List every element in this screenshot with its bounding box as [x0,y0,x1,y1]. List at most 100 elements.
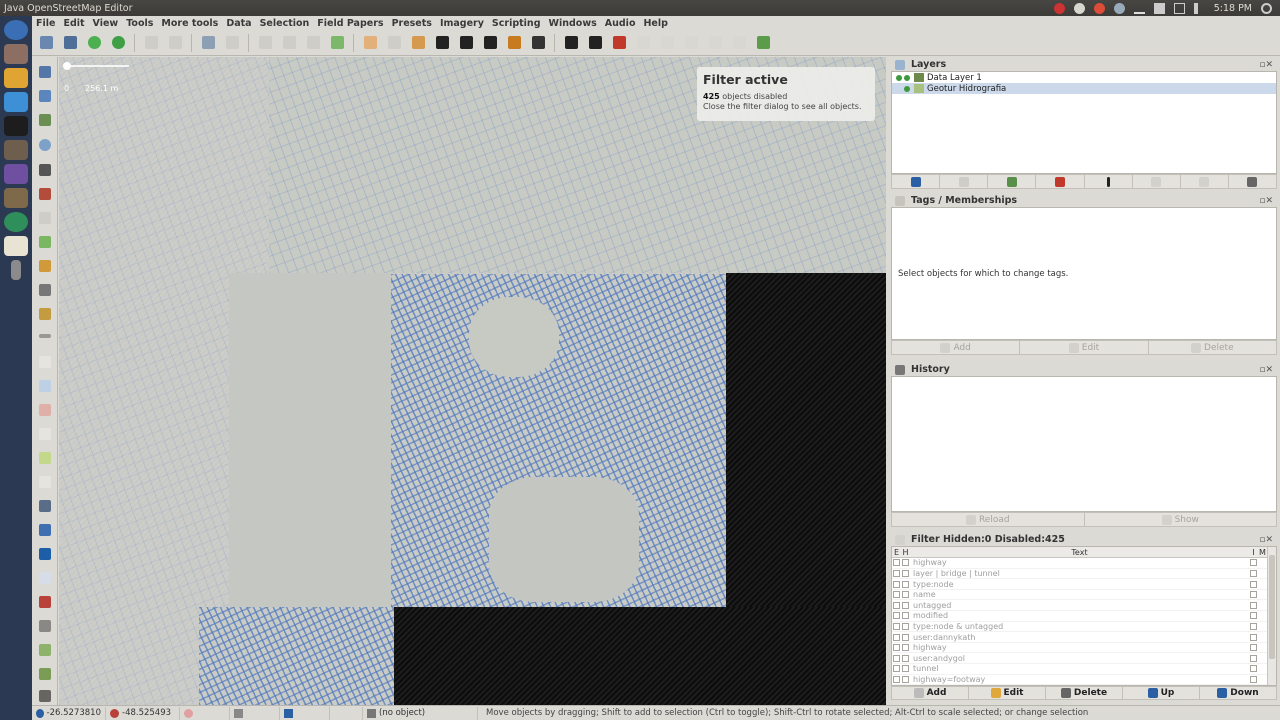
filter-hide-checkbox[interactable] [901,621,910,633]
clock[interactable]: 5:18 PM [1214,3,1252,14]
filter-row[interactable]: user:dannykath [892,631,1267,643]
filter-hide-checkbox[interactable] [901,568,910,580]
simplify-button[interactable] [327,33,347,53]
add-tag-button[interactable]: Add [892,341,1021,354]
add-filter-button[interactable]: Add [892,687,969,699]
panel-close-icon[interactable]: ▫✕ [1259,196,1277,206]
filter-inverted-checkbox[interactable] [1249,578,1258,590]
filter-inverted-checkbox[interactable] [1249,674,1258,685]
reverse-way-button[interactable] [303,33,323,53]
filter-enabled-checkbox[interactable] [892,589,901,601]
col-mode[interactable]: M [1258,547,1267,559]
filter-row[interactable]: tunnel [892,663,1267,675]
zoom-selection-button[interactable] [222,33,242,53]
filter-enabled-checkbox[interactable] [892,642,901,654]
filter-enabled-checkbox[interactable] [892,663,901,675]
down-filter-button[interactable]: Down [1200,687,1276,699]
filter-inverted-checkbox[interactable] [1249,610,1258,622]
filter-enabled-checkbox[interactable] [892,631,901,643]
filter-inverted-checkbox[interactable] [1249,568,1258,580]
filter-row[interactable]: modified [892,610,1267,622]
activate-layer-button[interactable] [988,175,1037,188]
up-filter-button[interactable]: Up [1123,687,1200,699]
unglue-button[interactable] [432,33,452,53]
filter-hide-checkbox[interactable] [901,642,910,654]
panel-close-icon[interactable]: ▫✕ [1259,60,1277,70]
zoom-slider-knob[interactable] [63,62,71,70]
chrome-icon[interactable] [1093,2,1105,14]
app-icon[interactable] [4,164,28,184]
layer-row-selected[interactable]: Geotur Hidrografia [892,83,1276,94]
filter-hide-checkbox[interactable] [901,652,910,665]
menu-scripting[interactable]: Scripting [488,18,545,29]
move-up-layer-button[interactable] [892,175,941,188]
filter-row[interactable]: user:andygol [892,652,1267,665]
archive-icon[interactable] [4,140,28,160]
menu-more-tools[interactable]: More tools [157,18,222,29]
menu-selection[interactable]: Selection [256,18,314,29]
filter-hide-checkbox[interactable] [901,674,910,685]
reload-button[interactable]: Reload [892,513,1085,526]
sidebar-toggle-14[interactable] [36,687,54,705]
layer-row[interactable]: Data Layer 1 [892,72,1276,83]
filter-mode-cell[interactable] [1258,599,1267,612]
combine-way-button[interactable] [279,33,299,53]
menu-file[interactable]: File [32,18,59,29]
filter-enabled-checkbox[interactable] [892,610,901,622]
tool-g-button[interactable] [609,33,629,53]
filter-scrollbar[interactable] [1267,547,1276,685]
sidebar-toggle-11[interactable] [36,617,54,635]
filter-mode-cell[interactable] [1258,578,1267,590]
col-hide[interactable]: H [901,547,910,559]
menu-edit[interactable]: Edit [59,18,88,29]
filter-inverted-checkbox[interactable] [1249,589,1258,601]
tool-k-button[interactable] [705,33,725,53]
menu-view[interactable]: View [89,18,123,29]
sidebar-toggle-3[interactable] [36,401,54,419]
col-enabled[interactable]: E [892,547,901,559]
filter-mode-cell[interactable] [1258,642,1267,654]
filter-hide-checkbox[interactable] [901,557,910,569]
filter-mode-cell[interactable] [1258,610,1267,622]
dash-icon[interactable] [4,20,28,40]
align-button[interactable] [360,33,380,53]
merge-nodes-button[interactable] [408,33,428,53]
filter-inverted-checkbox[interactable] [1249,652,1258,665]
menu-field-papers[interactable]: Field Papers [313,18,387,29]
delete-mode-button[interactable] [36,161,54,179]
delete-layer-button[interactable] [1228,175,1276,188]
filter-mode-cell[interactable] [1258,652,1267,665]
edit-filter-button[interactable]: Edit [969,687,1046,699]
filter-mode-cell[interactable] [1258,631,1267,643]
filter-row[interactable]: untagged [892,599,1267,612]
filter-enabled-checkbox[interactable] [892,568,901,580]
sidebar-toggle-1[interactable] [36,353,54,371]
power-icon[interactable] [1261,2,1272,14]
filter-hide-checkbox[interactable] [901,599,910,612]
sidebar-toggle-9[interactable] [36,569,54,587]
visible-icon[interactable] [896,74,902,81]
duplicate-layer-button[interactable] [1180,175,1229,188]
filter-enabled-checkbox[interactable] [892,674,901,685]
col-text[interactable]: Text [910,547,1249,559]
filter-hide-checkbox[interactable] [901,663,910,675]
filter-hide-checkbox[interactable] [901,589,910,601]
filter-enabled-checkbox[interactable] [892,599,901,612]
menu-audio[interactable]: Audio [601,18,640,29]
files-icon[interactable] [4,44,28,64]
messenger-icon[interactable] [4,92,28,112]
zoom-mode-button[interactable] [36,136,54,154]
open-button[interactable] [36,33,56,53]
filter-inverted-checkbox[interactable] [1249,631,1258,643]
sidebar-toggle-2[interactable] [36,377,54,395]
tool-c-button[interactable] [504,33,524,53]
orthogonalize-button[interactable] [384,33,404,53]
zoom-data-button[interactable] [198,33,218,53]
menu-windows[interactable]: Windows [545,18,601,29]
keyboard-icon[interactable] [1173,2,1185,14]
sidebar-toggle-4[interactable] [36,425,54,443]
opacity-button[interactable] [1084,175,1133,188]
menu-tools[interactable]: Tools [122,18,157,29]
record-icon[interactable] [1053,2,1065,14]
terminal-icon[interactable] [4,116,28,136]
